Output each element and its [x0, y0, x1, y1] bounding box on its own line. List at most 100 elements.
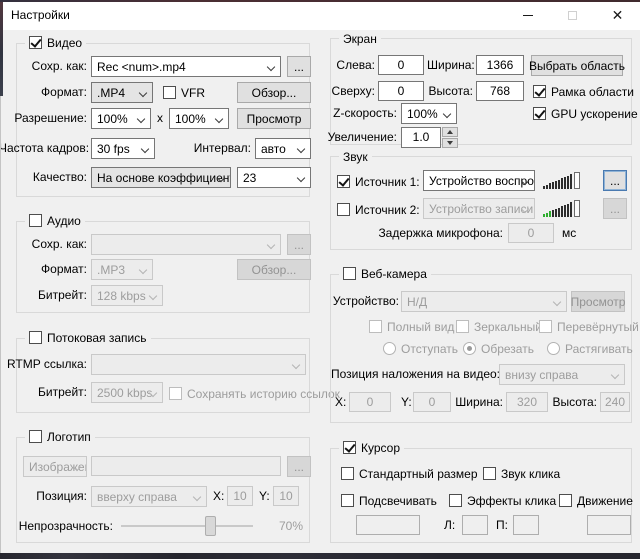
- right-click-color-button: [513, 515, 539, 535]
- save-as-combo[interactable]: Rec <num>.mp4: [91, 56, 281, 77]
- stream-bitrate-label: Битрейт:: [17, 382, 87, 403]
- interval-combo[interactable]: авто: [255, 138, 311, 159]
- checkbox-icon: [341, 467, 354, 480]
- screen-width-input[interactable]: 1366: [476, 55, 524, 75]
- stream-group: Потоковая запись RTMP ссылка: Битрейт: 2…: [16, 338, 310, 413]
- cursor-group: Курсор Стандартный размер Звук клика Под…: [330, 448, 632, 543]
- framerate-combo[interactable]: 30 fps: [91, 138, 155, 159]
- audio-format-label: Формат:: [17, 259, 87, 280]
- resolution-times-label: x: [157, 108, 167, 129]
- audio-save-as-label: Сохр. как:: [17, 234, 87, 255]
- format-combo[interactable]: .MP4: [91, 82, 153, 103]
- logo-x-input: 10: [227, 486, 253, 506]
- minimize-button[interactable]: [505, 0, 550, 30]
- quality-mode-combo[interactable]: На основе коэффициента (: [91, 167, 231, 188]
- left-click-label: Л:: [444, 515, 460, 536]
- logo-group: Логотип Изображен ... Позиция: вверху сп…: [16, 437, 310, 543]
- logo-y-input: 10: [273, 486, 299, 506]
- select-area-button[interactable]: Выбрать область: [531, 55, 623, 76]
- opacity-label: Непрозрачность:: [17, 516, 113, 537]
- quality-value-combo[interactable]: 23: [237, 167, 311, 188]
- screen-top-input[interactable]: 0: [378, 81, 424, 101]
- background-edge-bottom: [0, 553, 640, 559]
- screen-left-input[interactable]: 0: [378, 55, 424, 75]
- screen-top-label: Сверху:: [331, 81, 375, 102]
- logo-enable-checkbox[interactable]: Логотип: [25, 429, 95, 444]
- zspeed-combo[interactable]: 100%: [401, 103, 457, 124]
- checkbox-icon: [169, 387, 182, 400]
- screen-group: Экран Слева: 0 Ширина: 1366 Выбрать обла…: [330, 38, 632, 145]
- spinner-up-button[interactable]: [442, 127, 458, 137]
- checkbox-icon: [29, 430, 42, 443]
- crop-radio: Обрезать: [463, 341, 534, 356]
- video-enable-checkbox[interactable]: Видео: [25, 35, 86, 50]
- slider-track: [121, 525, 253, 527]
- audio-group-title: Аудио: [47, 214, 81, 228]
- stream-bitrate-combo: 2500 kbps: [91, 382, 163, 403]
- motion-label: Движение: [577, 494, 633, 508]
- gpu-checkbox[interactable]: GPU ускорение: [533, 106, 638, 121]
- highlight-checkbox[interactable]: Подсвечивать: [341, 493, 437, 508]
- zoom-spinner[interactable]: 1.0: [401, 127, 458, 148]
- rtmp-label: RTMP ссылка:: [3, 354, 87, 375]
- overlay-position-combo: внизу справа: [499, 364, 625, 385]
- webcam-enable-checkbox[interactable]: Веб-камера: [339, 266, 431, 281]
- area-frame-checkbox[interactable]: Рамка области: [533, 84, 634, 99]
- checkbox-icon: [539, 320, 552, 333]
- webcam-preview-button: Просмотр: [571, 291, 625, 312]
- spinner-up-icon: [447, 130, 453, 134]
- vfr-label: VFR: [181, 86, 205, 100]
- right-click-label: П:: [496, 515, 512, 536]
- checkbox-icon: [343, 267, 356, 280]
- window-controls: ✕: [505, 0, 640, 30]
- screen-height-label: Высота:: [427, 81, 473, 102]
- click-sound-checkbox[interactable]: Звук клика: [483, 466, 560, 481]
- source2-settings-button: ...: [603, 198, 627, 219]
- gpu-label: GPU ускорение: [551, 107, 638, 121]
- audio-enable-checkbox[interactable]: Аудио: [25, 213, 85, 228]
- cursor-enable-checkbox[interactable]: Курсор: [339, 440, 404, 455]
- source1-combo[interactable]: Устройство воспроизве: [423, 170, 535, 191]
- history-label: Сохранять историю ссылок: [187, 387, 340, 401]
- close-button[interactable]: ✕: [595, 0, 640, 30]
- audio-group: Аудио Сохр. как: ... Формат: .MP3 Обзор.…: [16, 221, 310, 313]
- save-as-browse-button[interactable]: ...: [287, 56, 311, 77]
- checkbox-icon: [369, 320, 382, 333]
- source2-checkbox[interactable]: Источник 2:: [337, 202, 420, 217]
- stream-enable-checkbox[interactable]: Потоковая запись: [25, 330, 151, 345]
- click-fx-checkbox[interactable]: Эффекты клика: [449, 493, 556, 508]
- vfr-checkbox[interactable]: VFR: [163, 85, 205, 100]
- spinner-down-button[interactable]: [442, 138, 458, 148]
- mic-delay-unit: мс: [562, 223, 584, 244]
- radio-selected-icon: [463, 342, 476, 355]
- checkbox-checked-icon: [337, 175, 350, 188]
- overlay-position-label: Позиция наложения на видео:: [331, 364, 493, 385]
- interval-label: Интервал:: [167, 138, 251, 159]
- screen-height-input[interactable]: 768: [476, 81, 524, 101]
- webcam-group: Веб-камера Устройство: Н/Д Просмотр Полн…: [330, 274, 632, 423]
- opacity-slider: [121, 516, 253, 536]
- zoom-input[interactable]: 1.0: [401, 127, 441, 148]
- resolution-height-combo[interactable]: 100%: [169, 108, 229, 129]
- video-browse-button[interactable]: Обзор...: [237, 82, 311, 103]
- window-title: Настройки: [11, 8, 70, 22]
- motion-checkbox[interactable]: Движение: [559, 493, 633, 508]
- audio-bitrate-label: Битрейт:: [17, 285, 87, 306]
- source1-checkbox[interactable]: Источник 1:: [337, 174, 420, 189]
- resolution-width-combo[interactable]: 100%: [91, 108, 151, 129]
- framerate-label: Частота кадров:: [0, 138, 87, 159]
- source1-settings-button[interactable]: ...: [603, 170, 627, 191]
- minimize-icon: [523, 15, 533, 16]
- screen-left-label: Слева:: [331, 55, 375, 76]
- sound-group: Звук Источник 1: Устройство воспроизве .…: [330, 156, 632, 250]
- std-size-checkbox[interactable]: Стандартный размер: [341, 466, 478, 481]
- preview-button[interactable]: Просмотр: [237, 108, 311, 129]
- maximize-icon: [568, 11, 577, 20]
- screen-group-title: Экран: [339, 30, 381, 47]
- device-combo: Н/Д: [401, 291, 567, 312]
- zoom-label: Увеличение:: [325, 127, 397, 148]
- motion-color-button: [587, 515, 631, 535]
- resolution-label: Разрешение:: [13, 108, 87, 129]
- checkbox-icon: [341, 494, 354, 507]
- screen-width-label: Ширина:: [427, 55, 473, 76]
